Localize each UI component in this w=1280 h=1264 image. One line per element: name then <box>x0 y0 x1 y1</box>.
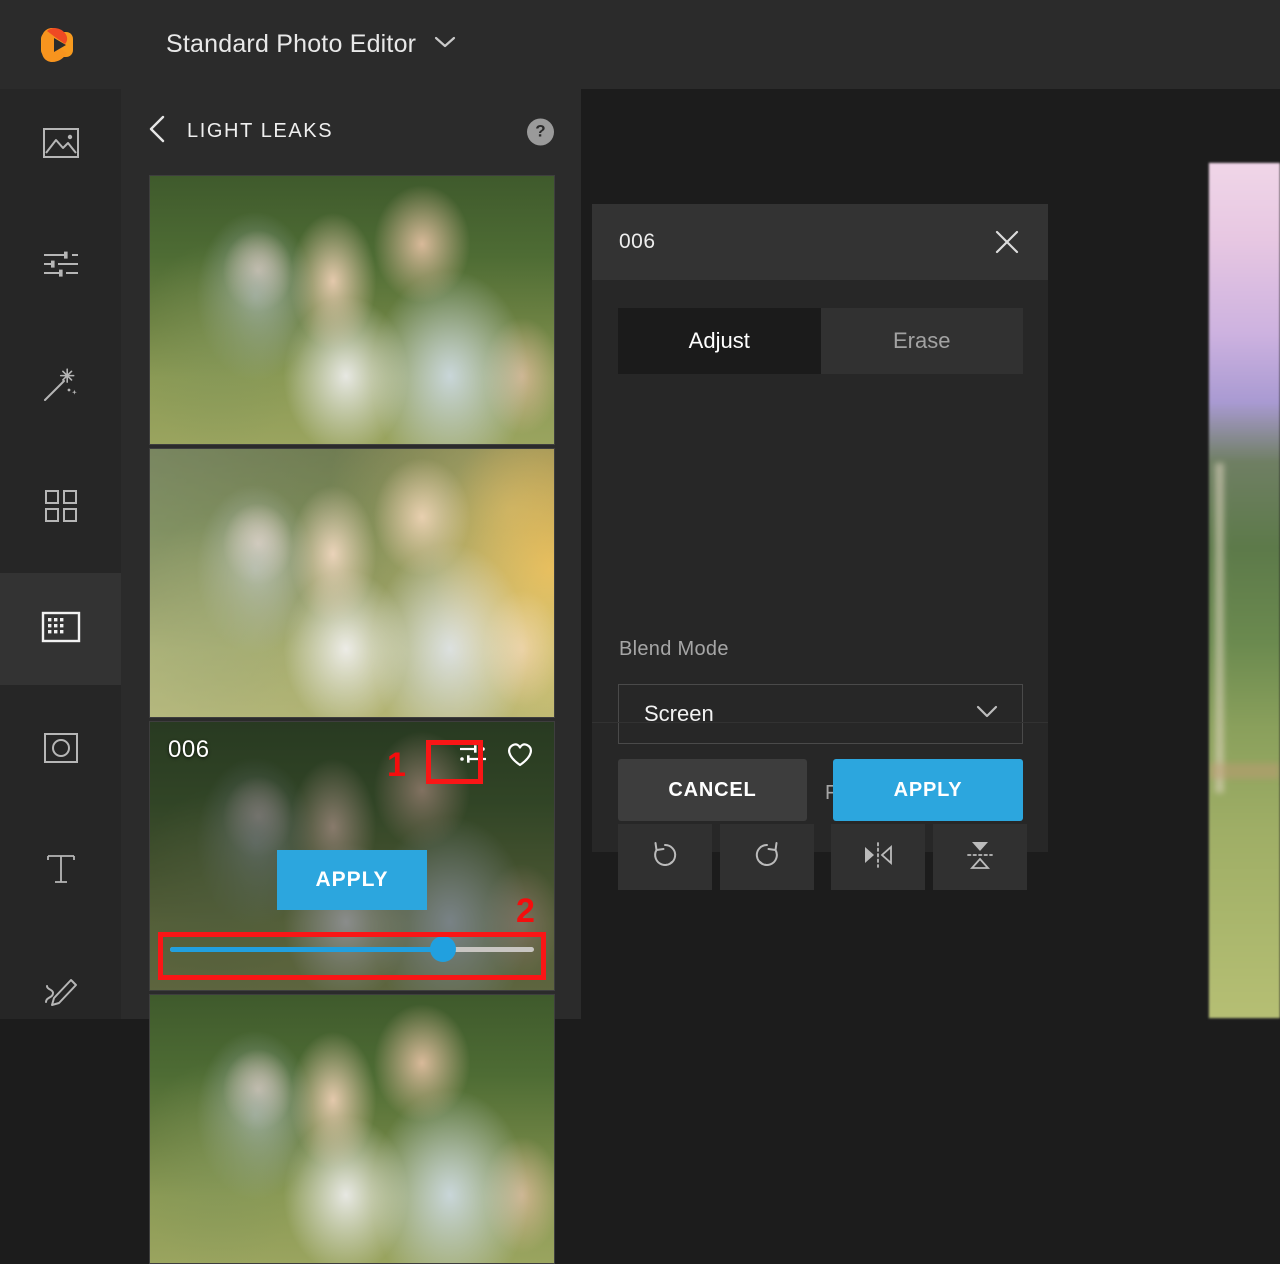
texture-grid-icon <box>41 611 81 648</box>
thumbnail-favorite-icon[interactable] <box>502 736 538 772</box>
dialog-title: 006 <box>619 230 656 253</box>
blend-mode-select[interactable]: Screen <box>618 684 1023 744</box>
slider-thumb[interactable] <box>430 936 456 962</box>
dialog-tabs: Adjust Erase <box>618 308 1023 374</box>
preview-path <box>1209 763 1280 779</box>
thumbnail-adjust-icon[interactable] <box>455 736 491 772</box>
overlay-adjust-dialog: 006 Adjust Erase Blend Mode Screen Rotat… <box>592 204 1048 890</box>
thumbnail-apply-button[interactable]: APPLY <box>277 850 427 910</box>
effects-panel: LIGHT LEAKS ? 006 APPLY <box>121 89 581 1264</box>
back-button[interactable] <box>147 114 167 149</box>
app-logo-icon <box>40 27 73 62</box>
thumbnail-label: 006 <box>168 736 210 763</box>
panel-title: LIGHT LEAKS <box>187 120 334 142</box>
thumbnail-006[interactable]: 006 APPLY <box>149 721 555 991</box>
rotate-clockwise-icon <box>752 840 782 875</box>
thumbnail-warm-leak[interactable] <box>149 448 555 718</box>
sidebar-item-overlays[interactable] <box>0 573 121 685</box>
rotate-ccw-button[interactable] <box>618 824 712 890</box>
frame-circle-icon <box>43 732 79 769</box>
cancel-button[interactable]: CANCEL <box>618 759 807 821</box>
sidebar-item-text[interactable] <box>0 815 121 927</box>
dialog-divider <box>592 722 1048 723</box>
magic-wand-icon <box>42 367 80 408</box>
preview-tree-trunk <box>1215 463 1224 793</box>
flip-vertical-button[interactable] <box>933 824 1027 890</box>
thumbnail-original[interactable] <box>149 175 555 445</box>
image-icon <box>42 126 80 165</box>
thumbnail-photo <box>150 995 554 1263</box>
opacity-slider[interactable] <box>170 936 534 962</box>
sliders-icon <box>42 249 80 284</box>
sidebar-item-image[interactable] <box>0 89 121 201</box>
pencil-draw-icon <box>43 973 79 1012</box>
rotate-counterclockwise-icon <box>650 840 680 875</box>
sidebar-item-adjust[interactable] <box>0 210 121 322</box>
slider-fill <box>170 946 443 952</box>
panel-header: LIGHT LEAKS ? <box>121 89 581 174</box>
sidebar-item-collage[interactable] <box>0 452 121 564</box>
text-t-icon <box>44 851 78 892</box>
grid-squares-icon <box>44 489 78 528</box>
tab-adjust[interactable]: Adjust <box>618 308 821 374</box>
blend-mode-value: Screen <box>644 701 714 726</box>
apply-button[interactable]: APPLY <box>833 759 1023 821</box>
question-mark-icon[interactable]: ? <box>527 118 554 145</box>
close-x-icon[interactable] <box>990 225 1024 259</box>
rotate-cw-button[interactable] <box>720 824 814 890</box>
chevron-down-icon <box>976 705 998 723</box>
flip-vertical-icon <box>966 839 994 876</box>
sidebar-item-effects[interactable] <box>0 331 121 443</box>
tab-erase[interactable]: Erase <box>820 308 1023 374</box>
dialog-titlebar: 006 <box>592 204 1048 280</box>
sidebar-item-draw[interactable] <box>0 936 121 1048</box>
app-logo[interactable] <box>0 25 113 65</box>
app-title: Standard Photo Editor <box>166 30 417 58</box>
thumbnail-photo <box>150 176 554 444</box>
blend-mode-label: Blend Mode <box>619 638 729 660</box>
chevron-down-icon[interactable] <box>434 35 456 54</box>
left-tool-rail <box>0 89 121 1019</box>
flip-horizontal-icon <box>862 841 894 874</box>
sidebar-item-frames[interactable] <box>0 694 121 806</box>
flip-horizontal-button[interactable] <box>831 824 925 890</box>
thumbnail-photo <box>150 449 554 717</box>
image-preview-strip[interactable] <box>1208 162 1280 1019</box>
top-bar: Standard Photo Editor <box>0 0 1280 89</box>
thumbnail-next[interactable] <box>149 994 555 1264</box>
